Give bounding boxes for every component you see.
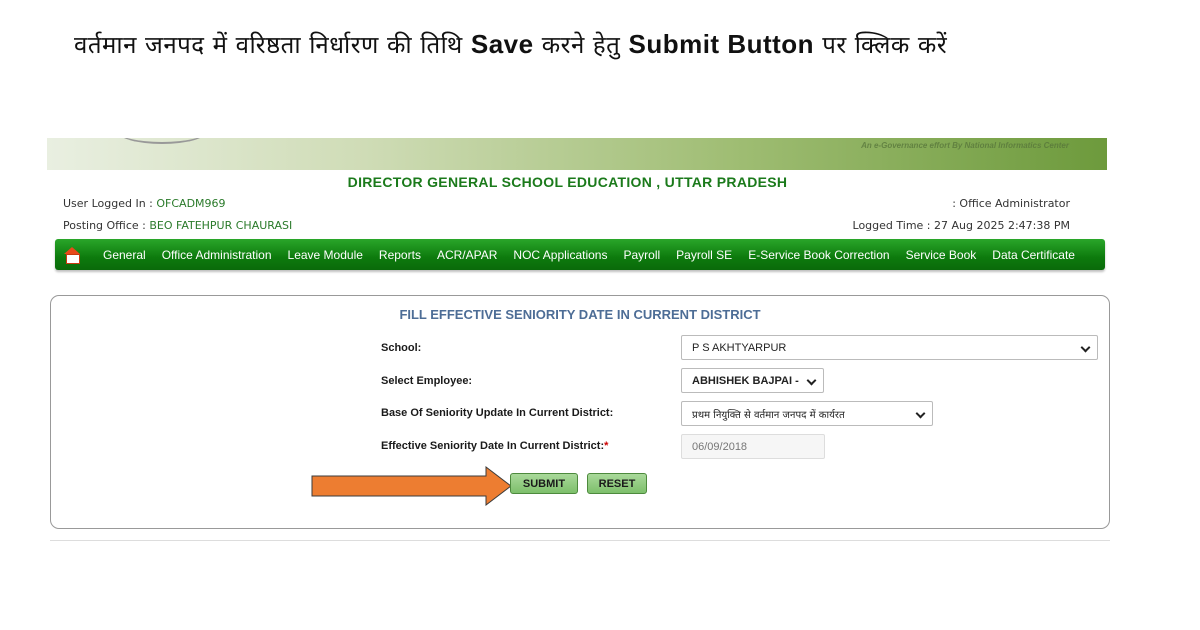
required-marker: * (604, 440, 609, 452)
instruction-text: वर्तमान जनपद में वरिष्ठता निर्धारण की ति… (74, 28, 1134, 61)
menu-item-service-book[interactable]: Service Book (898, 248, 985, 262)
menu-item-e-service-book-correction[interactable]: E-Service Book Correction (740, 248, 897, 262)
employee-select[interactable]: ABHISHEK BAJPAI - (681, 368, 824, 393)
seniority-base-label: Base Of Seniority Update In Current Dist… (381, 407, 614, 419)
chevron-down-icon (806, 375, 817, 386)
posting-office: Posting Office : BEO FATEHPUR CHAURASI (63, 219, 292, 232)
instruction-part1: वर्तमान जनपद में वरिष्ठता निर्धारण की ति… (74, 31, 471, 59)
user-logged-in: User Logged In : OFCADM969 (63, 197, 226, 210)
menu-item-general[interactable]: General (95, 248, 154, 262)
school-select[interactable]: P S AKHTYARPUR (681, 335, 1098, 360)
form-title: FILL EFFECTIVE SENIORITY DATE IN CURRENT… (399, 307, 761, 322)
user-label: User Logged In : (63, 197, 157, 210)
arrow-pointer-icon (311, 466, 512, 506)
menu-item-payroll[interactable]: Payroll (615, 248, 668, 262)
instruction-bold-submit: Submit Button (628, 29, 815, 59)
instruction-part3: पर क्लिक करें (814, 31, 948, 59)
main-menu-bar: General Office Administration Leave Modu… (55, 239, 1105, 270)
seniority-base-select[interactable]: प्रथम नियुक्ति से वर्तमान जनपद में कार्य… (681, 401, 933, 426)
menu-item-data-certificate[interactable]: Data Certificate (984, 248, 1083, 262)
effective-date-label: Effective Seniority Date In Current Dist… (381, 440, 608, 452)
logged-time: Logged Time : 27 Aug 2025 2:47:38 PM (852, 219, 1070, 232)
user-role: : Office Administrator (952, 197, 1070, 210)
instruction-bold-save: Save (470, 29, 534, 59)
effective-date-value: 06/09/2018 (692, 440, 748, 453)
reset-button[interactable]: RESET (587, 473, 647, 494)
submit-button[interactable]: SUBMIT (510, 473, 578, 494)
effective-date-input[interactable]: 06/09/2018 (681, 434, 825, 459)
school-select-value: P S AKHTYARPUR (692, 341, 787, 354)
menu-item-noc-applications[interactable]: NOC Applications (505, 248, 615, 262)
menu-item-acr-apar[interactable]: ACR/APAR (429, 248, 505, 262)
effective-date-label-text: Effective Seniority Date In Current Dist… (381, 440, 605, 452)
office-value: BEO FATEHPUR CHAURASI (149, 219, 293, 232)
menu-item-reports[interactable]: Reports (371, 248, 429, 262)
office-label: Posting Office : (63, 219, 150, 232)
banner-tagline: An e-Governance effort By National Infor… (861, 141, 1069, 150)
seniority-base-select-value: प्रथम नियुक्ति से वर्तमान जनपद में कार्य… (692, 409, 845, 421)
emblem-arc (117, 138, 207, 144)
instruction-part2: करने हेतु (533, 31, 629, 59)
user-value: OFCADM969 (156, 197, 226, 210)
school-label: School: (381, 342, 422, 354)
home-icon[interactable] (63, 246, 81, 264)
employee-select-value: ABHISHEK BAJPAI - (692, 374, 799, 387)
menu-item-leave-module[interactable]: Leave Module (280, 248, 371, 262)
employee-label: Select Employee: (381, 375, 473, 387)
chevron-down-icon (1080, 342, 1091, 353)
header-banner: An e-Governance effort By National Infor… (47, 138, 1107, 170)
footer-divider (50, 540, 1110, 541)
chevron-down-icon (915, 408, 926, 419)
menu-item-payroll-se[interactable]: Payroll SE (668, 248, 740, 262)
department-title: DIRECTOR GENERAL SCHOOL EDUCATION , UTTA… (347, 174, 788, 190)
menu-item-office-administration[interactable]: Office Administration (154, 248, 280, 262)
